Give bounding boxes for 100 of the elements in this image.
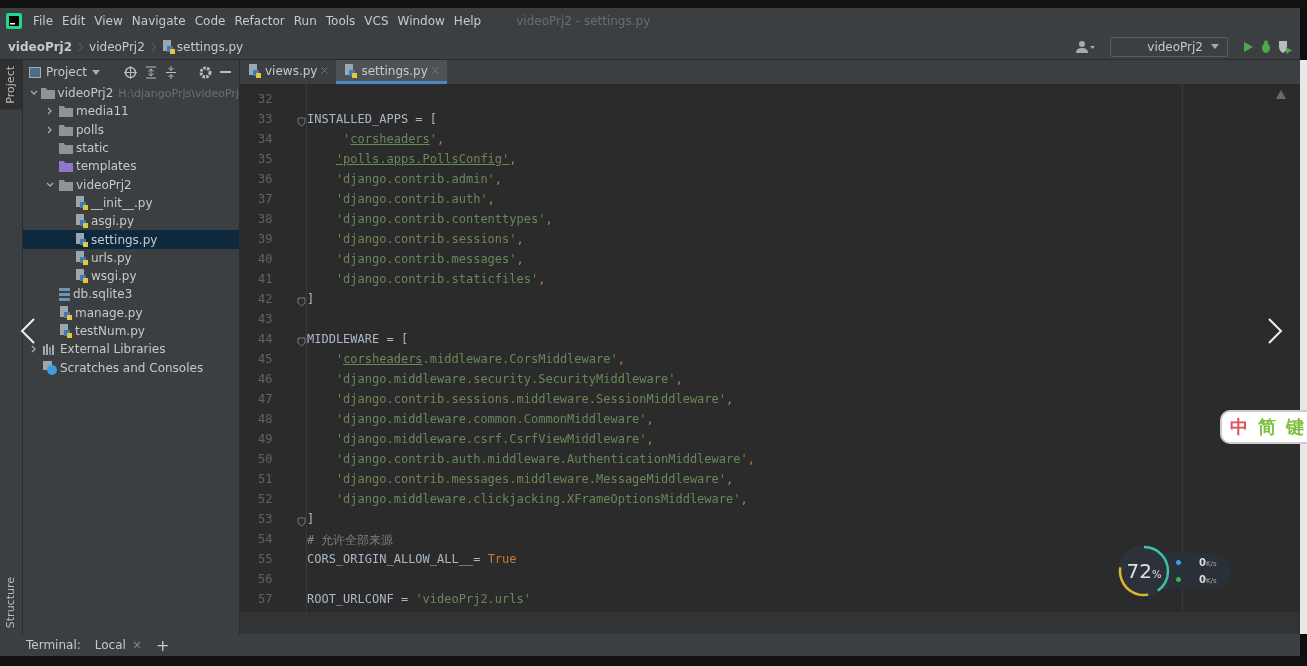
menu-item[interactable]: Run xyxy=(289,12,321,30)
line-number: 39 xyxy=(257,232,274,248)
fold-marker-icon[interactable] xyxy=(297,337,306,347)
tree-item-label: settings.py xyxy=(91,232,158,247)
menu-item[interactable]: View xyxy=(90,12,127,30)
menu-item[interactable]: Help xyxy=(449,12,486,30)
line-number: 41 xyxy=(257,272,274,288)
tree-row[interactable]: polls xyxy=(23,120,239,139)
close-icon[interactable] xyxy=(321,67,329,74)
menu-item[interactable]: Refactor xyxy=(230,12,289,30)
shield-run-icon[interactable] xyxy=(1278,39,1292,54)
run-configuration-dropdown[interactable]: videoPrj2 xyxy=(1110,36,1228,57)
menu-item[interactable]: Window xyxy=(393,12,449,30)
tree-row[interactable]: urls.py xyxy=(23,248,239,267)
horizontal-scrollbar[interactable] xyxy=(240,612,1300,634)
code-line: # 允许全部来源 xyxy=(307,533,394,547)
app-logo-icon xyxy=(6,13,22,29)
side-tab[interactable]: Structure xyxy=(0,570,22,634)
breadcrumb[interactable]: videoPrj2 xyxy=(8,39,73,54)
menu-item[interactable]: Code xyxy=(190,12,230,30)
menu-item[interactable]: File xyxy=(29,12,58,30)
terminal-tab[interactable]: Local × xyxy=(94,638,142,652)
code-line: 'django.contrib.messages.middleware.MessageMiddleware', xyxy=(335,472,734,486)
line-number: 43 xyxy=(257,312,274,328)
editor-tab[interactable]: views.py xyxy=(240,60,337,84)
line-number: 48 xyxy=(257,412,274,428)
python-file-icon xyxy=(248,63,261,78)
code-line: 'django.contrib.messages', xyxy=(335,252,524,266)
code-line: 'django.middleware.security.SecurityMiddleware', xyxy=(335,372,683,386)
editor-tab[interactable]: settings.py xyxy=(336,60,447,84)
code-line: CORS_ORIGIN_ALLOW_ALL__= True xyxy=(307,552,517,566)
line-number: 51 xyxy=(257,472,274,488)
user-icon[interactable] xyxy=(1076,40,1097,53)
menu-item[interactable]: Tools xyxy=(321,12,360,30)
tree-item-label: polls xyxy=(76,122,104,137)
line-number: 37 xyxy=(257,192,274,208)
line-number: 56 xyxy=(257,572,274,588)
line-number: 52 xyxy=(257,492,274,508)
minimize-icon[interactable] xyxy=(220,71,232,73)
tree-row[interactable]: asgi.py xyxy=(23,212,239,231)
python-file-icon xyxy=(59,324,72,338)
code-line: INSTALLED_APPS = [ xyxy=(307,112,438,126)
menu-item[interactable]: Navigate xyxy=(127,12,190,30)
code-line: 'corsheaders.middleware.CorsMiddleware', xyxy=(335,352,625,366)
tree-item-label: Scratches and Consoles xyxy=(60,360,204,375)
fold-marker-icon[interactable] xyxy=(297,517,306,527)
line-number: 57 xyxy=(257,592,274,608)
line-number: 38 xyxy=(257,212,274,228)
warning-icon[interactable] xyxy=(1276,90,1286,99)
python-file-icon xyxy=(75,250,88,265)
breadcrumb[interactable]: videoPrj2 xyxy=(89,39,145,54)
project-view-dropdown[interactable]: Project xyxy=(29,65,101,79)
tree-row[interactable]: media11 xyxy=(23,102,239,121)
tree-row[interactable]: External Libraries xyxy=(23,340,239,359)
tree-row[interactable]: wsgi.py xyxy=(23,266,239,286)
tree-row[interactable]: static xyxy=(23,138,239,158)
line-number: 32 xyxy=(257,92,274,108)
code-line: 'polls.apps.PollsConfig', xyxy=(335,152,517,166)
input-method-bar[interactable]: 中 简 键 xyxy=(1220,410,1307,444)
tree-row[interactable]: Scratches and Consoles xyxy=(23,358,239,377)
breadcrumb[interactable]: settings.py xyxy=(161,39,244,54)
line-number: 46 xyxy=(257,372,274,388)
tree-row[interactable]: settings.py xyxy=(23,230,239,249)
input-method-key[interactable]: 中 xyxy=(1230,415,1248,439)
menu-item[interactable]: VCS xyxy=(360,12,393,30)
line-number: 34 xyxy=(257,132,274,148)
tree-item-label: testNum.py xyxy=(75,324,145,338)
tree-item-label: __init__.py xyxy=(91,195,153,210)
collapse-all-icon[interactable] xyxy=(165,65,178,79)
line-number: 49 xyxy=(257,432,274,448)
line-number: 45 xyxy=(257,352,274,368)
line-number: 44 xyxy=(240,332,306,352)
fold-marker-icon[interactable] xyxy=(297,297,306,307)
bug-icon[interactable] xyxy=(1260,40,1272,53)
scratches-icon xyxy=(43,360,57,375)
tree-row[interactable]: __init__.py xyxy=(23,193,239,213)
target-icon[interactable] xyxy=(124,65,138,79)
code-line: ROOT_URLCONF = 'videoPrj2.urls' xyxy=(307,592,531,606)
tree-item-label: media11 xyxy=(76,104,129,119)
tree-row[interactable]: db.sqlite3 xyxy=(23,285,239,304)
run-icon[interactable] xyxy=(1242,40,1254,53)
tree-row[interactable]: videoPrj2 xyxy=(23,175,239,194)
settings-icon[interactable] xyxy=(199,65,213,79)
code-line: 'django.contrib.admin', xyxy=(335,172,503,186)
window-icon xyxy=(29,66,41,78)
tree-item-label: videoPrj2 xyxy=(57,86,114,101)
line-number: 42 xyxy=(240,292,306,312)
expand-all-icon[interactable] xyxy=(145,65,158,79)
tree-row[interactable]: testNum.py xyxy=(23,321,239,341)
menu-item[interactable]: Edit xyxy=(58,12,90,30)
tree-row[interactable]: templates xyxy=(23,157,239,176)
code-line: 'django.contrib.sessions.middleware.SessionMiddleware', xyxy=(335,392,734,406)
side-tab[interactable]: Project xyxy=(0,60,22,110)
tree-row[interactable]: manage.py xyxy=(23,303,239,322)
code-line: 'django.middleware.csrf.CsrfViewMiddleware', xyxy=(335,432,654,446)
package-folder-icon xyxy=(59,178,73,191)
fold-marker-icon[interactable] xyxy=(297,117,306,127)
code-line: 'django.contrib.auth.middleware.AuthenticationMiddleware', xyxy=(335,452,755,466)
add-tab-button[interactable]: + xyxy=(155,635,170,655)
memory-percent: 72% xyxy=(1126,559,1162,583)
